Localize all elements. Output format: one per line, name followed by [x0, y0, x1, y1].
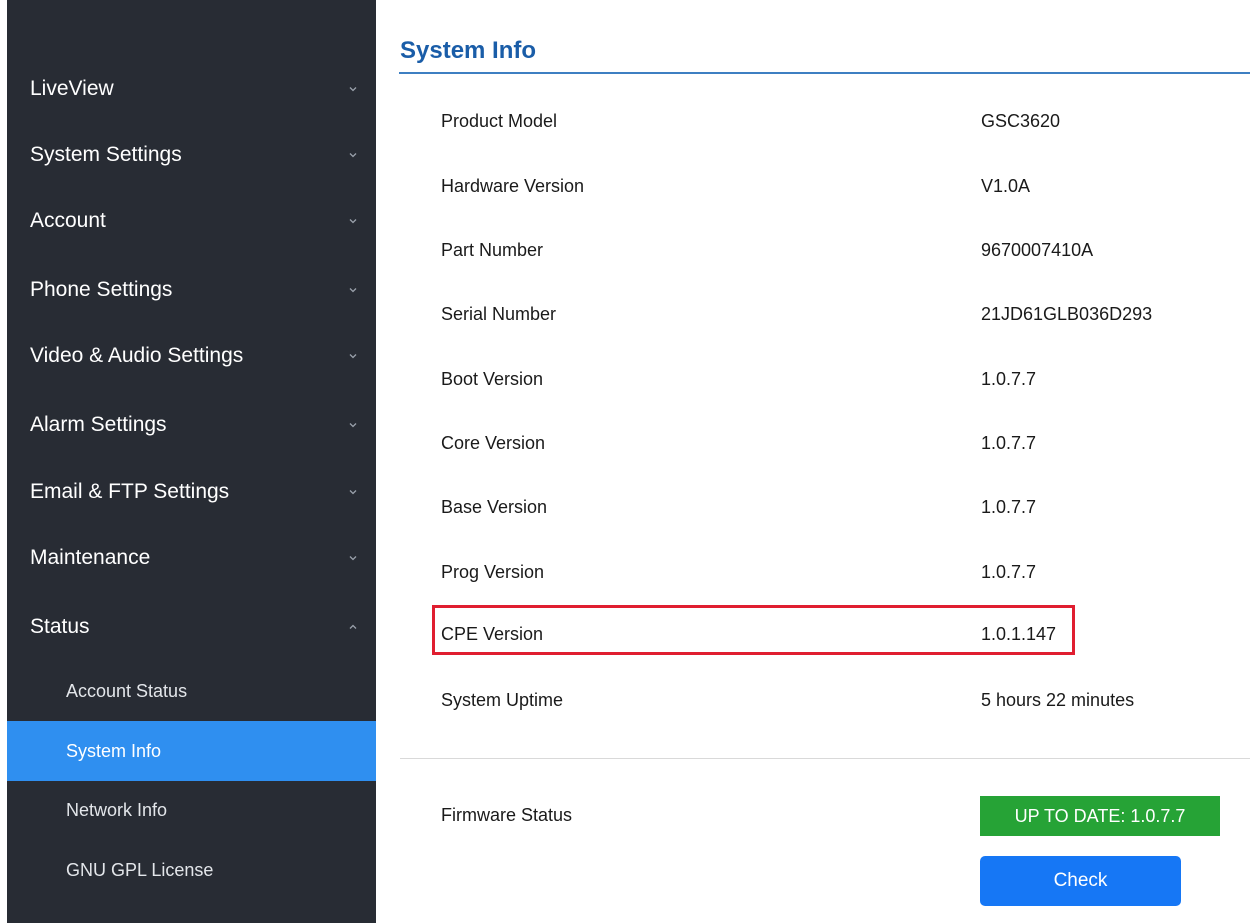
info-value: 1.0.7.7 [981, 562, 1037, 582]
info-row-prog-version: Prog Version 1.0.7.7 [441, 562, 1221, 592]
subnav-label: System Info [66, 740, 162, 761]
firmware-status-label: Firmware Status [441, 805, 573, 825]
info-value: 1.0.7.7 [981, 433, 1037, 453]
info-value: V1.0A [981, 176, 1031, 196]
chevron-up-icon [349, 624, 357, 629]
page-title: System Info [400, 37, 537, 64]
sidebar: LiveView System Settings Account Phone S… [7, 0, 376, 923]
nav-item-video-audio-settings[interactable]: Video & Audio Settings [7, 323, 376, 389]
info-value: 5 hours 22 minutes [981, 690, 1135, 710]
nav-item-system-settings[interactable]: System Settings [7, 122, 376, 188]
info-label: Serial Number [441, 304, 557, 324]
info-label: Boot Version [441, 369, 544, 389]
nav-label: Maintenance [30, 546, 151, 569]
nav-label: Status [30, 615, 90, 638]
subnav-label: Network Info [66, 799, 168, 820]
nav-item-liveview[interactable]: LiveView [7, 56, 376, 122]
nav-label: Video & Audio Settings [30, 344, 244, 367]
cpe-version-highlight [432, 605, 1075, 655]
nav-label: System Settings [30, 143, 182, 166]
info-label: System Uptime [441, 690, 564, 710]
subnav-label: GNU GPL License [66, 859, 214, 880]
info-label: Part Number [441, 240, 544, 260]
subnav-item-account-status[interactable]: Account Status [7, 661, 376, 721]
subnav-label: Account Status [66, 680, 188, 701]
nav-item-status[interactable]: Status [7, 594, 376, 660]
info-value: 1.0.7.7 [981, 497, 1037, 517]
nav-item-maintenance[interactable]: Maintenance [7, 525, 376, 591]
info-value: GSC3620 [981, 111, 1061, 131]
info-row-part-number: Part Number 9670007410A [441, 240, 1221, 270]
subnav-item-gnu-gpl-license[interactable]: GNU GPL License [7, 840, 376, 900]
chevron-down-icon [349, 153, 357, 158]
nav-label: LiveView [30, 77, 114, 100]
subnav-item-system-info[interactable]: System Info [7, 721, 376, 781]
nav-label: Email & FTP Settings [30, 480, 230, 503]
subnav-item-network-info[interactable]: Network Info [7, 780, 376, 840]
title-divider [399, 72, 1250, 74]
info-row-product-model: Product Model GSC3620 [441, 111, 1221, 141]
chevron-down-icon [349, 219, 357, 224]
nav-item-phone-settings[interactable]: Phone Settings [7, 257, 376, 323]
info-row-base-version: Base Version 1.0.7.7 [441, 497, 1221, 527]
info-row-serial-number: Serial Number 21JD61GLB036D293 [441, 304, 1221, 334]
info-label: Product Model [441, 111, 558, 131]
info-label: Prog Version [441, 562, 545, 582]
chevron-down-icon [349, 490, 357, 495]
chevron-down-icon [349, 423, 357, 428]
nav-item-email-ftp-settings[interactable]: Email & FTP Settings [7, 459, 376, 525]
info-row-boot-version: Boot Version 1.0.7.7 [441, 369, 1221, 399]
nav-item-alarm-settings[interactable]: Alarm Settings [7, 392, 376, 458]
info-value: 9670007410A [981, 240, 1094, 260]
info-value: 21JD61GLB036D293 [981, 304, 1153, 324]
chevron-down-icon [349, 87, 357, 92]
info-label: Hardware Version [441, 176, 585, 196]
info-row-core-version: Core Version 1.0.7.7 [441, 433, 1221, 463]
info-row-system-uptime: System Uptime 5 hours 22 minutes [441, 690, 1221, 720]
chevron-down-icon [349, 556, 357, 561]
firmware-status-badge: UP TO DATE: 1.0.7.7 [980, 796, 1220, 836]
nav-label: Account [30, 209, 106, 232]
nav-label: Phone Settings [30, 278, 173, 301]
info-label: Core Version [441, 433, 546, 453]
nav-item-account[interactable]: Account [7, 188, 376, 254]
info-label: Base Version [441, 497, 548, 517]
chevron-down-icon [349, 288, 357, 293]
info-value: 1.0.7.7 [981, 369, 1037, 389]
check-button[interactable]: Check [980, 856, 1181, 906]
section-divider [400, 758, 1250, 759]
info-row-hardware-version: Hardware Version V1.0A [441, 176, 1221, 206]
nav-label: Alarm Settings [30, 413, 167, 436]
chevron-down-icon [349, 354, 357, 359]
